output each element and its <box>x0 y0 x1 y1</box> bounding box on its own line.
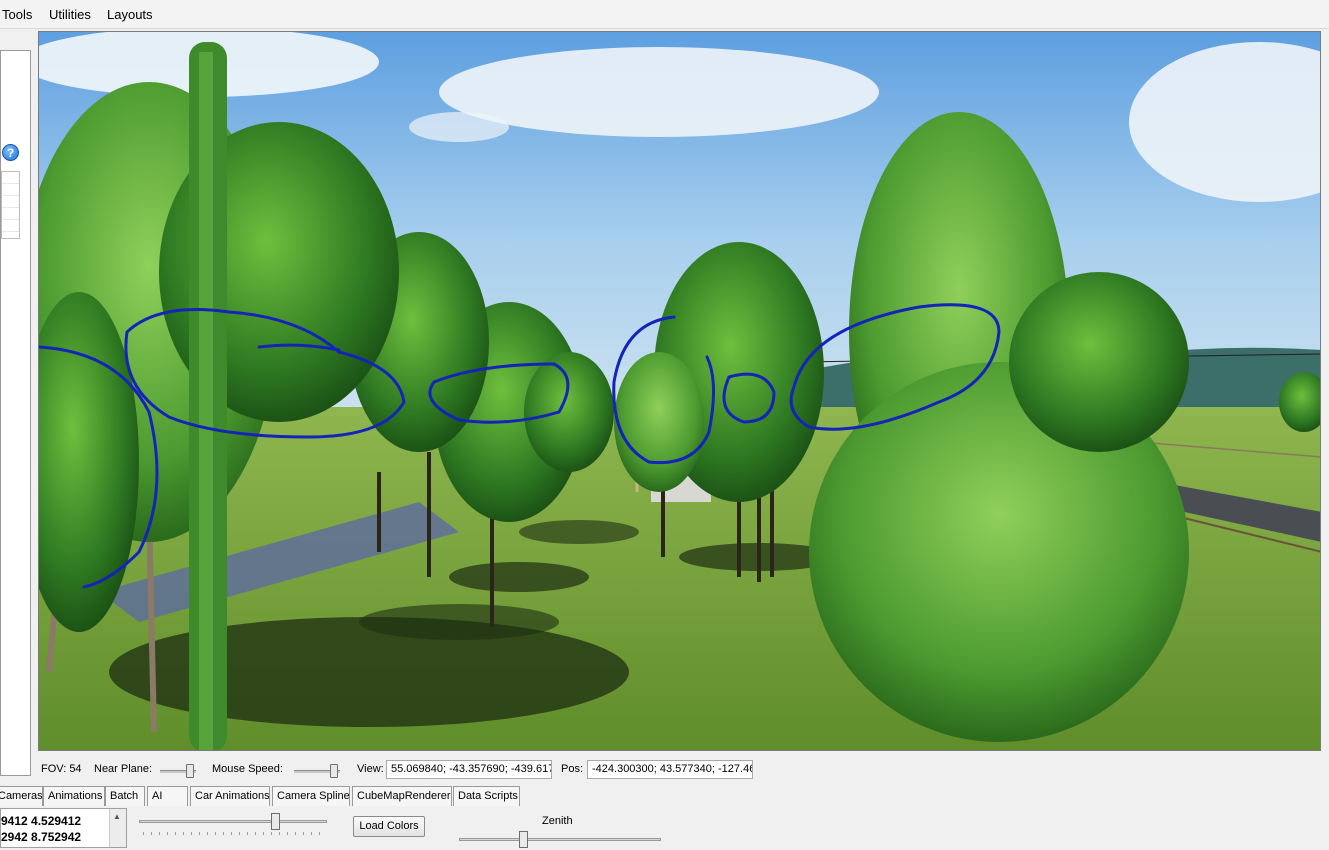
tab-camera-spline[interactable]: Camera Spline <box>272 786 350 806</box>
color-values-list[interactable]: 9412 4.529412 2942 8.752942 ▲ <box>0 808 127 848</box>
status-bar: FOV: 54 Near Plane: Mouse Speed: View: 5… <box>0 756 1329 782</box>
list-item[interactable]: 2942 8.752942 <box>1 830 81 844</box>
tab-strip: Cameras Animations Batch AI Car Animatio… <box>0 786 1329 807</box>
menu-layouts[interactable]: Layouts <box>107 7 153 22</box>
left-panel: ? <box>0 50 31 776</box>
list-item[interactable]: 9412 4.529412 <box>1 814 81 828</box>
view-value-field[interactable]: 55.069840; -43.357690; -439.617 <box>386 760 552 779</box>
bottom-panel: 9412 4.529412 2942 8.752942 ▲ Load Color… <box>0 806 1329 848</box>
menu-tools[interactable]: Tools <box>2 7 32 22</box>
fov-readout: FOV: 54 <box>41 763 82 775</box>
view-label: View: <box>357 763 384 775</box>
near-plane-slider[interactable] <box>160 764 196 778</box>
pos-value-field[interactable]: -424.300300; 43.577340; -127.46 <box>587 760 753 779</box>
tab-cameras[interactable]: Cameras <box>0 786 43 806</box>
near-plane-label: Near Plane: <box>94 763 153 775</box>
tab-data-scripts[interactable]: Data Scripts <box>453 786 520 806</box>
tab-batch[interactable]: Batch <box>105 786 145 806</box>
zenith-label: Zenith <box>542 815 573 827</box>
mouse-speed-slider[interactable] <box>294 764 340 778</box>
scene-render <box>39 32 1320 750</box>
tab-car-animations[interactable]: Car Animations <box>190 786 270 806</box>
3d-viewport[interactable] <box>38 31 1321 751</box>
tab-ai[interactable]: AI <box>147 786 188 806</box>
menu-bar: Tools Utilities Layouts <box>0 0 1329 29</box>
tab-animations[interactable]: Animations <box>43 786 105 806</box>
mouse-speed-label: Mouse Speed: <box>212 763 283 775</box>
load-colors-button[interactable]: Load Colors <box>353 816 425 837</box>
help-icon[interactable]: ? <box>2 144 19 161</box>
left-list[interactable] <box>1 171 20 239</box>
zenith-slider-thumb[interactable] <box>519 831 528 848</box>
pos-label: Pos: <box>561 763 584 775</box>
list-scrollbar[interactable]: ▲ <box>109 809 126 847</box>
color-slider-thumb[interactable] <box>271 813 280 830</box>
near-plane-slider-thumb[interactable] <box>186 764 194 778</box>
tab-cubemaprenderer[interactable]: CubeMapRenderer <box>352 786 452 806</box>
menu-utilities[interactable]: Utilities <box>49 7 91 22</box>
scroll-up-icon[interactable]: ▲ <box>113 812 121 821</box>
color-slider[interactable] <box>139 812 327 835</box>
zenith-slider[interactable] <box>459 830 661 850</box>
mouse-speed-slider-thumb[interactable] <box>330 764 338 778</box>
